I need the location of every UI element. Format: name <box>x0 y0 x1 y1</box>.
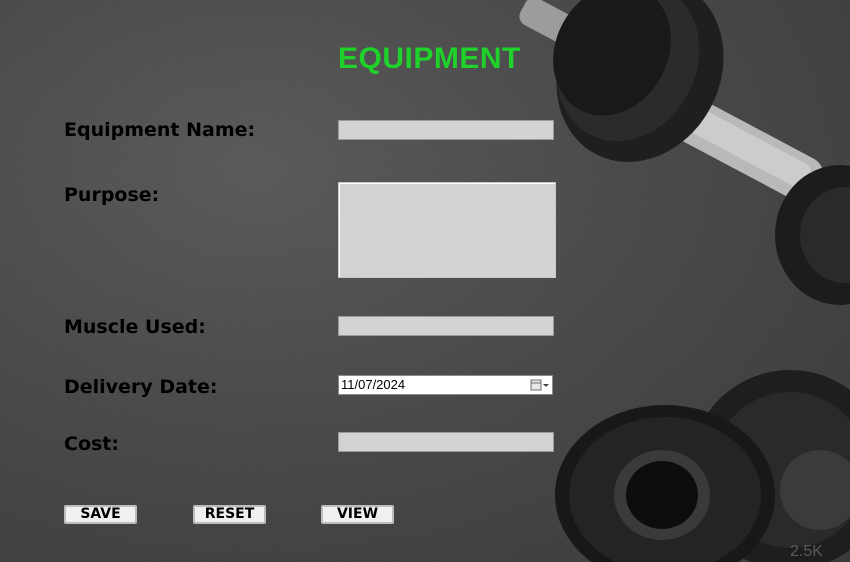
reset-button[interactable]: RESET <box>193 505 266 524</box>
delivery-date-label: Delivery Date: <box>64 376 218 398</box>
purpose-label: Purpose: <box>64 184 160 206</box>
purpose-textarea[interactable] <box>338 182 556 278</box>
delivery-date-picker[interactable]: 11/07/2024 <box>338 375 553 395</box>
delivery-date-value: 11/07/2024 <box>341 377 406 392</box>
equipment-name-input[interactable] <box>338 120 554 140</box>
plate-marking: 2.5K <box>790 543 823 560</box>
save-button[interactable]: SAVE <box>64 505 137 524</box>
dumbbell-artwork: 2.5K <box>519 0 850 562</box>
page-title: EQUIPMENT <box>338 42 521 75</box>
calendar-dropdown-icon[interactable] <box>530 378 550 392</box>
view-button[interactable]: VIEW <box>321 505 394 524</box>
muscle-used-label: Muscle Used: <box>64 316 206 338</box>
muscle-used-input[interactable] <box>338 316 554 336</box>
cost-label: Cost: <box>64 433 119 455</box>
cost-input[interactable] <box>338 432 554 452</box>
equipment-name-label: Equipment Name: <box>64 119 256 141</box>
